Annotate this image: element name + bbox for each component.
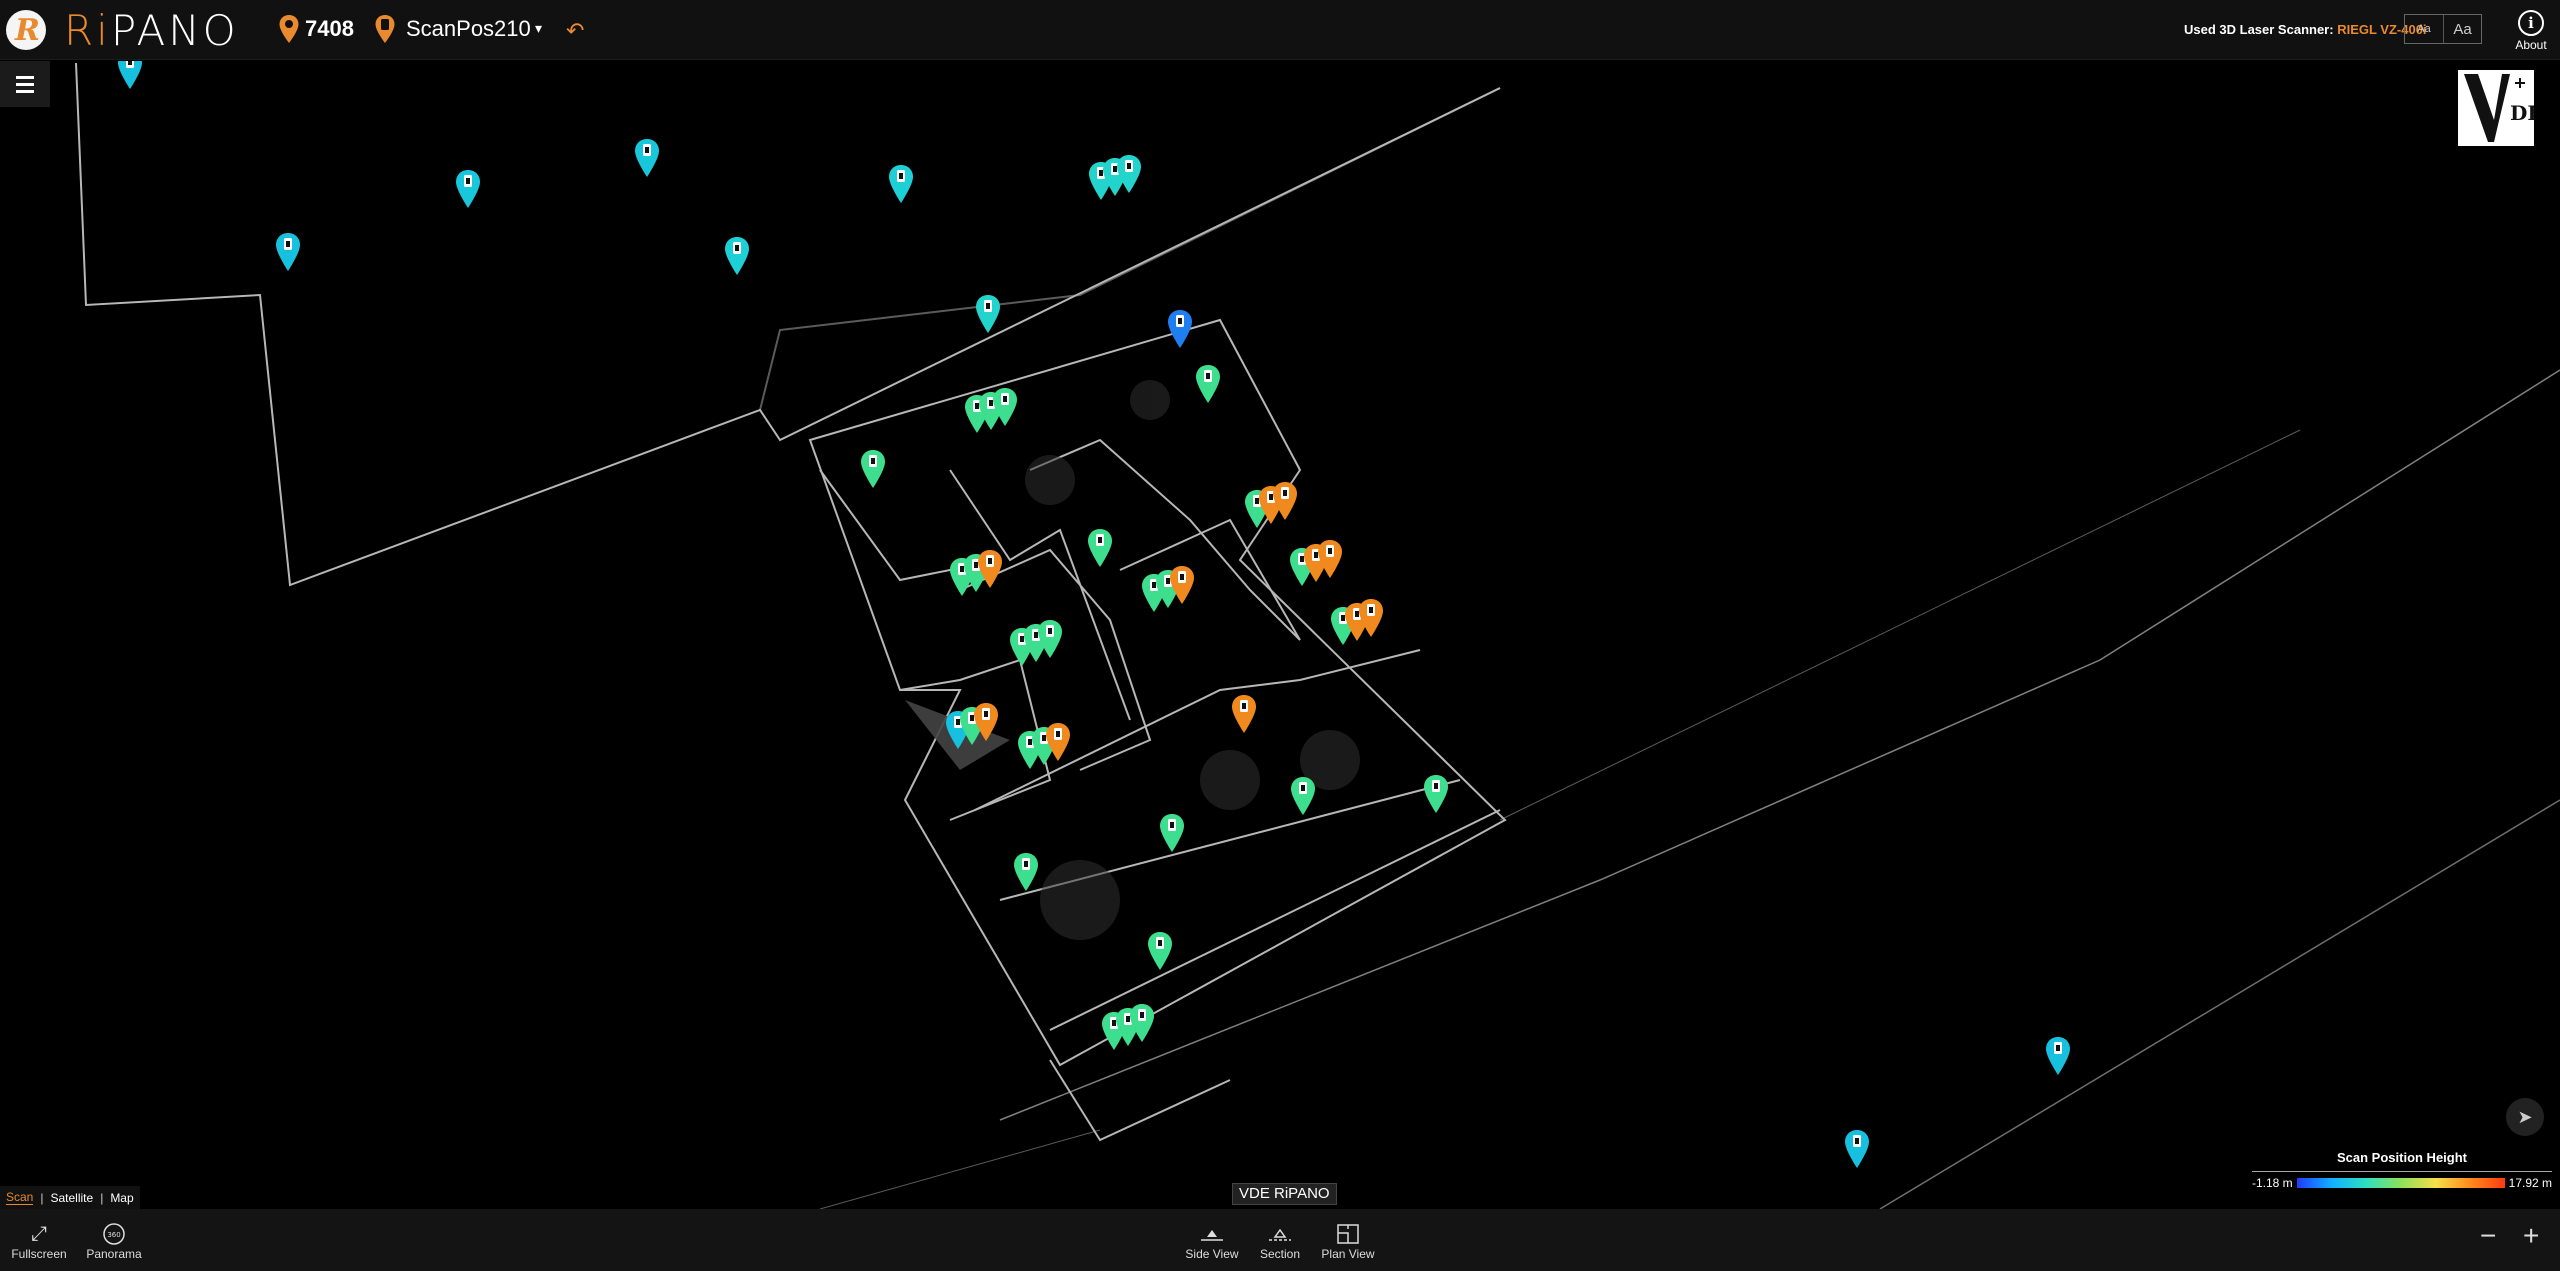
top-bar: R RiPANO 7408 ScanPos210 ▾ ↶ Used 3D Las… <box>0 0 2560 60</box>
scan-pin[interactable] <box>1358 598 1384 638</box>
scan-pin[interactable] <box>1087 528 1113 568</box>
ripano-logo: RiPANO <box>64 6 239 55</box>
vde-logo: DE <box>2458 70 2543 146</box>
section-button[interactable]: Section <box>1256 1221 1304 1261</box>
legend-max: 17.92 m <box>2508 1176 2552 1190</box>
scan-pin[interactable] <box>1272 481 1298 521</box>
font-size-toggle: Aa Aa <box>2404 14 2482 44</box>
navigate-icon[interactable]: ➤ <box>2506 1098 2544 1136</box>
scan-pin[interactable] <box>975 294 1001 334</box>
scan-pin[interactable] <box>1116 154 1142 194</box>
menu-button[interactable] <box>0 61 50 107</box>
scan-pin[interactable] <box>977 549 1003 589</box>
scan-position-pin-icon <box>375 15 395 43</box>
menu-icon <box>16 75 34 79</box>
side-view-button[interactable]: Side View <box>1182 1221 1242 1261</box>
scan-pin[interactable] <box>1423 774 1449 814</box>
plan-view-button[interactable]: Plan View <box>1318 1221 1378 1261</box>
scan-pin[interactable] <box>1231 694 1257 734</box>
ripano-logo-badge: R <box>6 10 46 50</box>
scan-pin[interactable] <box>1129 1003 1155 1043</box>
scan-pin[interactable] <box>634 138 660 178</box>
layer-tab-satellite[interactable]: Satellite <box>50 1191 93 1205</box>
chevron-down-icon[interactable]: ▾ <box>535 20 542 37</box>
watermark: VDE RiPANO <box>1232 1183 1337 1205</box>
project-pin-icon <box>279 15 299 43</box>
scan-pin[interactable] <box>275 232 301 272</box>
scan-pin[interactable] <box>1290 776 1316 816</box>
height-legend: Scan Position Height -1.18 m 17.92 m <box>2252 1150 2552 1190</box>
scan-pin[interactable] <box>1195 364 1221 404</box>
legend-min: -1.18 m <box>2252 1176 2293 1190</box>
back-icon[interactable]: ↶ <box>566 18 584 44</box>
panorama-button[interactable]: 360 Panorama <box>80 1221 148 1261</box>
fullscreen-button[interactable]: ⤢ Fullscreen <box>8 1221 70 1262</box>
svg-text:360: 360 <box>107 1231 120 1239</box>
scan-pin[interactable] <box>888 164 914 204</box>
scan-pin[interactable] <box>724 236 750 276</box>
section-icon <box>1256 1221 1304 1247</box>
scan-pin[interactable] <box>1037 619 1063 659</box>
scan-pin[interactable] <box>1147 931 1173 971</box>
plan-view-icon <box>1318 1221 1378 1247</box>
scan-pin[interactable] <box>1013 852 1039 892</box>
scan-position-select[interactable]: ScanPos210 <box>406 16 531 42</box>
project-id: 7408 <box>305 16 354 41</box>
scan-pin[interactable] <box>1045 722 1071 762</box>
scan-pin[interactable] <box>973 702 999 742</box>
scan-pin[interactable] <box>2045 1036 2071 1076</box>
legend-divider <box>2252 1171 2552 1172</box>
point-cloud-outline <box>75 62 2560 1209</box>
fullscreen-icon: ⤢ <box>31 1222 47 1245</box>
font-small-button[interactable]: Aa <box>2405 15 2443 43</box>
legend-gradient <box>2296 1178 2505 1188</box>
scan-pin[interactable] <box>860 449 886 489</box>
scan-pin[interactable] <box>992 387 1018 427</box>
about-button[interactable]: i About <box>2508 10 2554 52</box>
scan-pin[interactable] <box>1159 813 1185 853</box>
scan-pin[interactable] <box>1844 1129 1870 1169</box>
panorama-360-icon: 360 <box>80 1221 148 1247</box>
info-icon: i <box>2518 10 2544 36</box>
bottom-toolbar: ⤢ Fullscreen 360 Panorama Side View Sect… <box>0 1209 2560 1271</box>
font-large-button[interactable]: Aa <box>2443 15 2481 43</box>
scan-pin[interactable] <box>117 61 143 90</box>
zoom-in-button[interactable]: + <box>2523 1222 2539 1250</box>
scan-pin[interactable] <box>1317 539 1343 579</box>
layer-switcher: Scan | Satellite | Map <box>0 1186 140 1209</box>
scanner-info: Used 3D Laser Scanner: RIEGL VZ-400i <box>2184 22 2427 37</box>
side-view-icon <box>1182 1221 1242 1247</box>
scan-pin[interactable] <box>455 169 481 209</box>
zoom-out-button[interactable]: − <box>2480 1222 2496 1250</box>
layer-tab-map[interactable]: Map <box>110 1191 133 1205</box>
selected-scan-pin[interactable] <box>1167 309 1193 349</box>
layer-tab-scan[interactable]: Scan <box>6 1190 34 1205</box>
point-cloud-map[interactable]: ➤ Scan Position Height -1.18 m 17.92 m V… <box>0 61 2560 1209</box>
scan-pin[interactable] <box>1169 565 1195 605</box>
svg-text:DE: DE <box>2510 101 2534 125</box>
